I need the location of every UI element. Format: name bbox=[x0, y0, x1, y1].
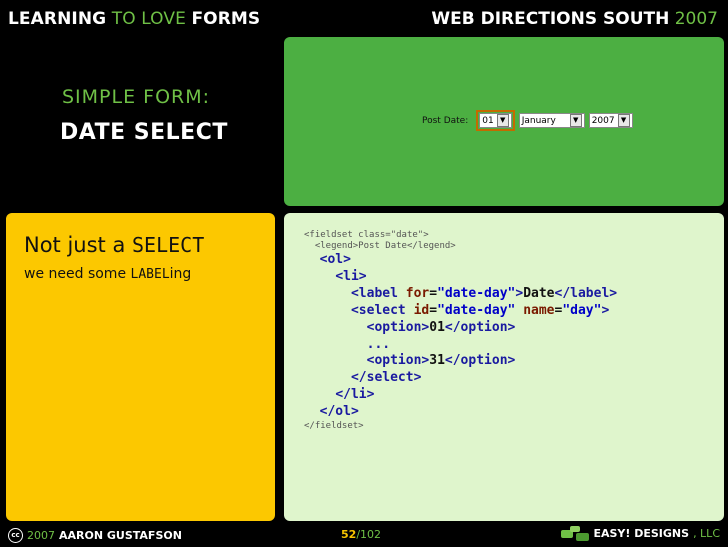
code-line-legend: <legend>Post Date</legend> bbox=[304, 241, 456, 251]
company-suffix: , LLC bbox=[693, 526, 720, 540]
chevron-down-icon: ▼ bbox=[617, 114, 630, 127]
header-learning: LEARNING bbox=[8, 9, 107, 29]
code-line-select-open: <select id="date-day" name="day"> bbox=[350, 302, 610, 318]
day-select-focus-ring: 01 ▼ bbox=[476, 110, 515, 131]
explanation-panel: Not just a SELECT we need some LABELing bbox=[6, 213, 275, 521]
code-block: <fieldset class="date"> <legend>Post Dat… bbox=[304, 230, 617, 432]
easy-designs-logo-icon bbox=[561, 524, 590, 542]
chevron-down-icon: ▼ bbox=[496, 114, 509, 127]
company-name: EASY! DESIGNS bbox=[593, 526, 690, 540]
page-total: 102 bbox=[360, 528, 382, 541]
page-counter: 52/102 bbox=[341, 528, 381, 541]
year-select-value: 2007 bbox=[591, 115, 615, 126]
header-forms: FORMS bbox=[191, 9, 261, 29]
sub-suffix: ing bbox=[169, 266, 192, 282]
code-line-li-open: <li> bbox=[335, 268, 367, 284]
footer-credit: cc 2007 AARON GUSTAFSON bbox=[8, 528, 182, 543]
code-line-fieldset-close: </fieldset> bbox=[304, 421, 364, 432]
code-line-option-01: <option>01</option> bbox=[366, 319, 516, 335]
heading-select-code: SELECT bbox=[132, 233, 205, 257]
code-panel: <fieldset class="date"> <legend>Post Dat… bbox=[284, 213, 724, 521]
code-line-fieldset-open: <fieldset class="date"> bbox=[304, 230, 429, 240]
code-line-ol-open: <ol> bbox=[319, 252, 351, 267]
code-line-ol-close: </ol> bbox=[319, 404, 359, 420]
code-line-label: <label for="date-day">Date</label> bbox=[350, 285, 618, 301]
header-event-year: 2007 bbox=[669, 9, 718, 29]
header-to-love: TO LOVE bbox=[106, 9, 192, 29]
date-form-demo: Post Date: 01 ▼ January ▼ 2007 ▼ bbox=[422, 110, 633, 131]
slide-subtitle: SIMPLE FORM: bbox=[62, 86, 211, 108]
day-select[interactable]: 01 ▼ bbox=[479, 113, 512, 128]
month-select[interactable]: January ▼ bbox=[518, 113, 585, 128]
header-title: LEARNING TO LOVE FORMS bbox=[8, 9, 260, 29]
slide-title: DATE SELECT bbox=[60, 120, 228, 145]
sub-label-code: LABEL bbox=[130, 267, 170, 282]
code-line-li-close: </li> bbox=[335, 387, 375, 403]
code-line-select-close: </select> bbox=[350, 370, 422, 386]
day-select-value: 01 bbox=[482, 115, 494, 126]
footer-company: EASY! DESIGNS, LLC bbox=[561, 524, 720, 542]
explanation-subtext: we need some LABELing bbox=[24, 266, 191, 282]
code-line-option-31: <option>31</option> bbox=[366, 353, 516, 369]
demo-panel: Post Date: 01 ▼ January ▼ 2007 ▼ bbox=[284, 37, 724, 206]
month-select-value: January bbox=[521, 115, 556, 126]
code-line-ellipsis: ... bbox=[366, 336, 391, 352]
heading-text: Not just a bbox=[24, 233, 133, 257]
footer-year: 2007 bbox=[27, 529, 55, 542]
footer-author: AARON GUSTAFSON bbox=[59, 529, 182, 542]
post-date-label: Post Date: bbox=[422, 115, 469, 126]
explanation-heading: Not just a SELECT bbox=[24, 233, 204, 257]
header-event-name: WEB DIRECTIONS SOUTH bbox=[431, 9, 670, 29]
page-current: 52 bbox=[341, 528, 357, 541]
chevron-down-icon: ▼ bbox=[569, 114, 582, 127]
sub-text: we need some bbox=[24, 266, 131, 282]
creative-commons-icon: cc bbox=[8, 528, 23, 543]
year-select[interactable]: 2007 ▼ bbox=[588, 113, 633, 128]
header-event: WEB DIRECTIONS SOUTH 2007 bbox=[431, 9, 718, 29]
